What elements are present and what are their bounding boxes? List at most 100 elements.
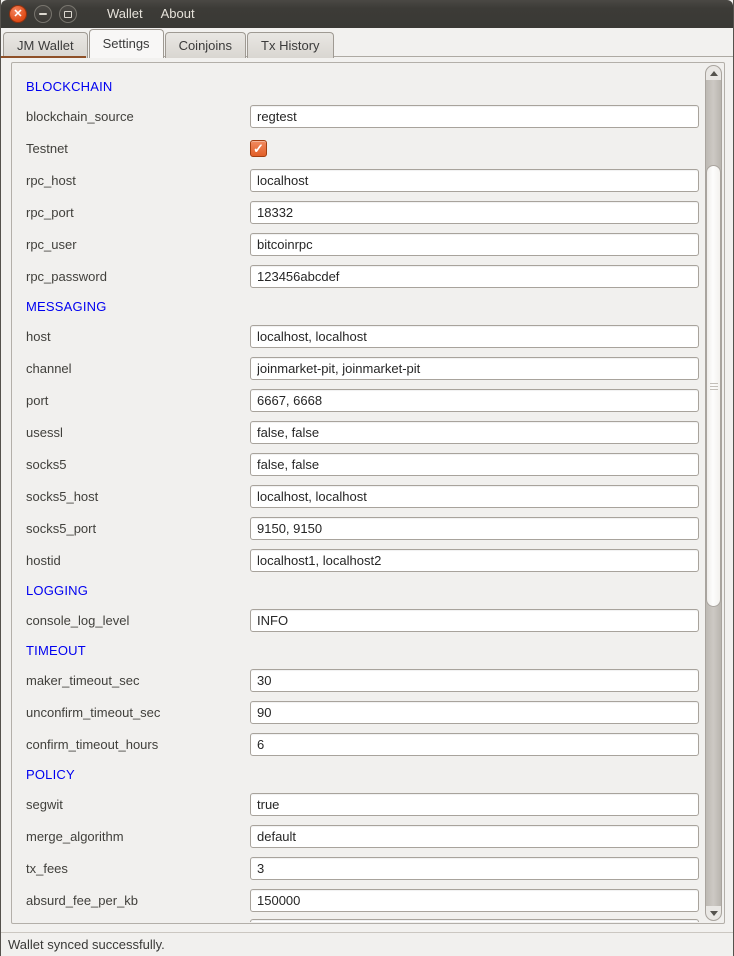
tab-coinjoins[interactable]: Coinjoins <box>165 32 246 58</box>
form-row: console_log_level <box>13 604 703 636</box>
field-label: usessl <box>26 425 250 440</box>
field-label: socks5_port <box>26 521 250 536</box>
socks5-input[interactable] <box>250 453 699 476</box>
field-label: tx_fees <box>26 861 250 876</box>
field-label: rpc_user <box>26 237 250 252</box>
scrollbar-grip <box>710 386 718 387</box>
form-row <box>13 916 703 922</box>
scrollbar-thumb[interactable] <box>706 165 721 607</box>
rpc_user-input[interactable] <box>250 233 699 256</box>
usessl-input[interactable] <box>250 421 699 444</box>
form-row: rpc_port <box>13 196 703 228</box>
form-row: absurd_fee_per_kb <box>13 884 703 916</box>
form-row: socks5_port <box>13 512 703 544</box>
field-label: rpc_port <box>26 205 250 220</box>
field-label: confirm_timeout_hours <box>26 737 250 752</box>
channel-input[interactable] <box>250 357 699 380</box>
field-label: segwit <box>26 797 250 812</box>
scrollbar-grip <box>710 383 718 384</box>
scrollbar-track[interactable] <box>705 65 722 921</box>
scrollbar-grip <box>710 389 718 390</box>
tx_fees-input[interactable] <box>250 857 699 880</box>
vertical-scrollbar[interactable] <box>703 64 723 922</box>
form-row: socks5_host <box>13 480 703 512</box>
check-icon: ✓ <box>253 142 264 155</box>
maximize-icon[interactable] <box>59 5 77 23</box>
absurd_fee_per_kb-input[interactable] <box>250 889 699 912</box>
form-row: rpc_user <box>13 228 703 260</box>
hostid-input[interactable] <box>250 549 699 572</box>
confirm_timeout_hours-input[interactable] <box>250 733 699 756</box>
form-row: segwit <box>13 788 703 820</box>
field-label: maker_timeout_sec <box>26 673 250 688</box>
form-row: MESSAGING <box>13 292 703 320</box>
field-label: host <box>26 329 250 344</box>
form-row: tx_fees <box>13 852 703 884</box>
form-row: rpc_password <box>13 260 703 292</box>
port-input[interactable] <box>250 389 699 412</box>
console_log_level-input[interactable] <box>250 609 699 632</box>
form-row: POLICY <box>13 760 703 788</box>
form-row: socks5 <box>13 448 703 480</box>
form-row: LOGGING <box>13 576 703 604</box>
minimize-icon[interactable] <box>34 5 52 23</box>
menu-wallet[interactable]: Wallet <box>98 0 152 28</box>
scroll-up-icon[interactable] <box>706 66 721 80</box>
field-label: unconfirm_timeout_sec <box>26 705 250 720</box>
field-label: rpc_password <box>26 269 250 284</box>
status-message: Wallet synced successfully. <box>8 937 165 952</box>
unconfirm_timeout_sec-input[interactable] <box>250 701 699 724</box>
titlebar: ✕ Wallet About <box>1 0 733 28</box>
section-header-timeout: TIMEOUT <box>26 643 86 658</box>
scroll-down-icon[interactable] <box>706 906 721 920</box>
rpc_password-input[interactable] <box>250 265 699 288</box>
field-label: port <box>26 393 250 408</box>
rpc_host-input[interactable] <box>250 169 699 192</box>
form-row: merge_algorithm <box>13 820 703 852</box>
field-label: socks5_host <box>26 489 250 504</box>
form-row: TIMEOUT <box>13 636 703 664</box>
tabbar-baseline <box>1 56 86 58</box>
form-row: port <box>13 384 703 416</box>
blockchain_source-input[interactable] <box>250 105 699 128</box>
testnet-checkbox[interactable]: ✓ <box>250 140 267 157</box>
form-row: Testnet✓ <box>13 132 703 164</box>
host-input[interactable] <box>250 325 699 348</box>
field-label: merge_algorithm <box>26 829 250 844</box>
form-row: maker_timeout_sec <box>13 664 703 696</box>
socks5_host-input[interactable] <box>250 485 699 508</box>
menu-about[interactable]: About <box>152 0 204 28</box>
settings-pane: BLOCKCHAIN blockchain_source Testnet✓ rpc_h… <box>1 58 733 932</box>
field-label: channel <box>26 361 250 376</box>
field-label: hostid <box>26 553 250 568</box>
form-row: BLOCKCHAIN <box>13 72 703 100</box>
field-label: socks5 <box>26 457 250 472</box>
tab-bar: JM Wallet Settings Coinjoins Tx History <box>1 28 733 58</box>
close-icon[interactable]: ✕ <box>9 5 27 23</box>
section-header-logging: LOGGING <box>26 583 88 598</box>
segwit-input[interactable] <box>250 793 699 816</box>
tab-settings[interactable]: Settings <box>89 29 164 58</box>
socks5_port-input[interactable] <box>250 517 699 540</box>
field-label: Testnet <box>26 141 250 156</box>
tab-jm-wallet[interactable]: JM Wallet <box>3 32 88 58</box>
settings-scroll-frame: BLOCKCHAIN blockchain_source Testnet✓ rpc_h… <box>11 62 725 924</box>
section-header-messaging: MESSAGING <box>26 299 107 314</box>
form-row: rpc_host <box>13 164 703 196</box>
partial-field-input[interactable] <box>250 919 699 922</box>
merge_algorithm-input[interactable] <box>250 825 699 848</box>
tab-tx-history[interactable]: Tx History <box>247 32 334 58</box>
status-bar: Wallet synced successfully. <box>1 932 733 956</box>
field-label: blockchain_source <box>26 109 250 124</box>
section-header-policy: POLICY <box>26 767 75 782</box>
menubar: Wallet About <box>98 0 204 28</box>
rpc_port-input[interactable] <box>250 201 699 224</box>
maker_timeout_sec-input[interactable] <box>250 669 699 692</box>
field-label: absurd_fee_per_kb <box>26 893 250 908</box>
form-row: hostid <box>13 544 703 576</box>
form-row: unconfirm_timeout_sec <box>13 696 703 728</box>
field-label: rpc_host <box>26 173 250 188</box>
form-row: blockchain_source <box>13 100 703 132</box>
section-header-blockchain: BLOCKCHAIN <box>26 79 113 94</box>
form-row: usessl <box>13 416 703 448</box>
